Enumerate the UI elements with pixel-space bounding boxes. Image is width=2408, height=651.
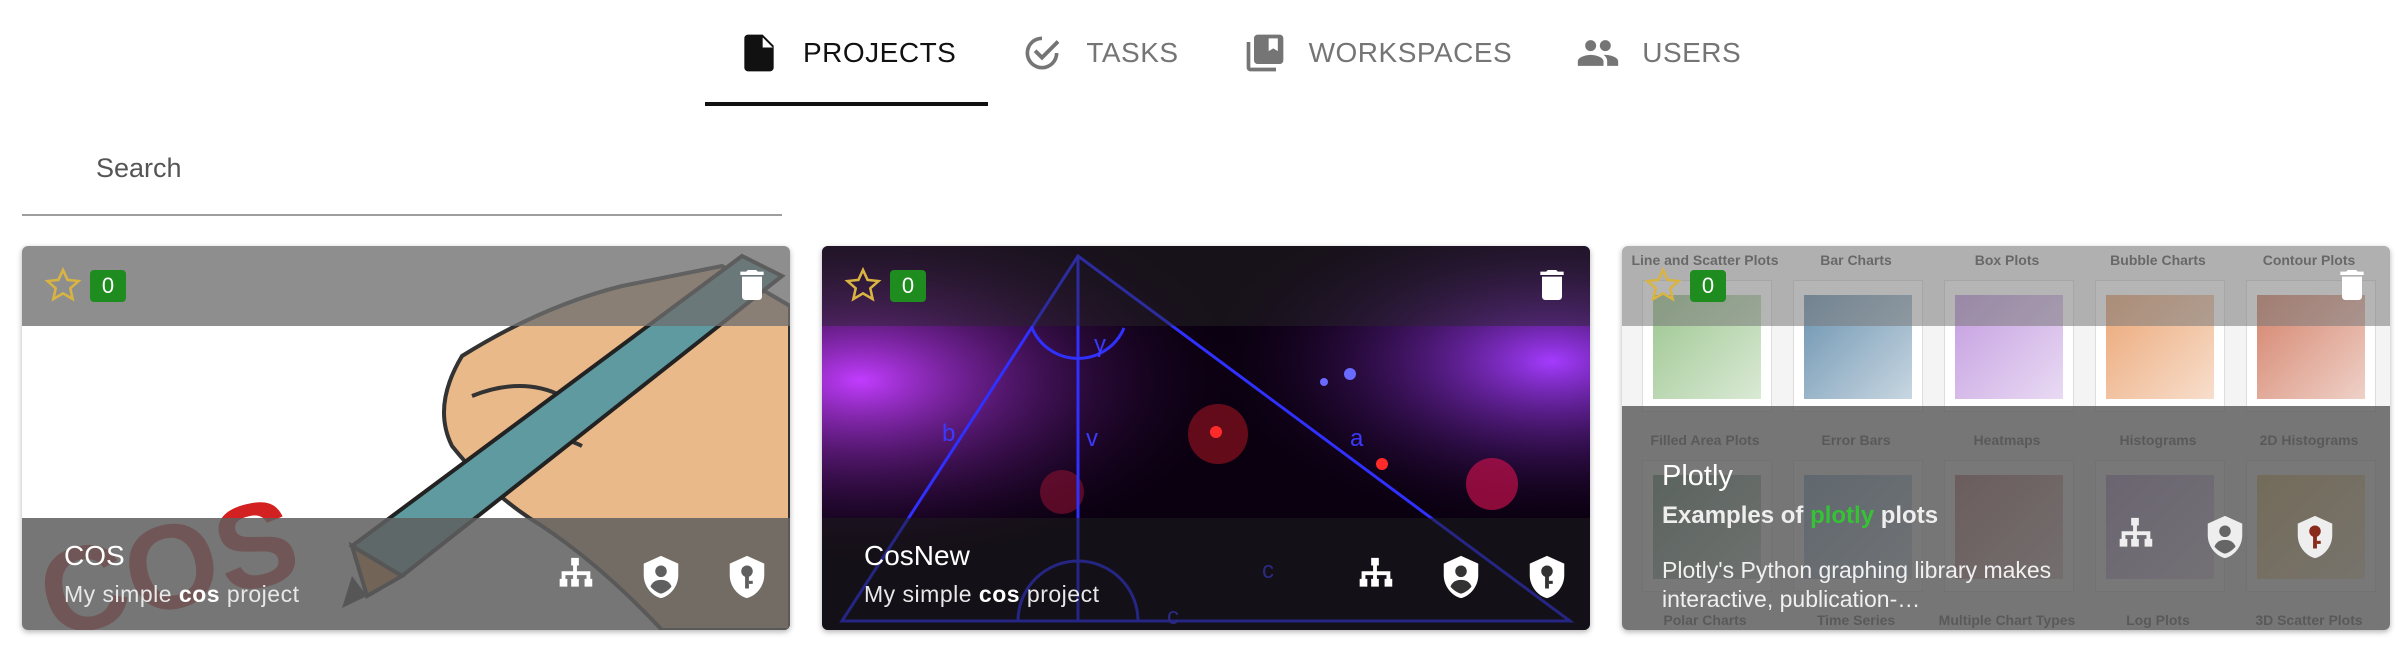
key-shield-icon[interactable] (724, 554, 770, 600)
favorite-count-badge: 0 (890, 270, 926, 302)
project-description: Plotly's Python graphing library makes i… (1662, 557, 2052, 612)
delete-icon[interactable] (740, 270, 764, 300)
tab-workspaces-label: WORKSPACES (1308, 37, 1513, 68)
project-card-cos[interactable]: COS 0 COS My simple cos project (22, 246, 790, 630)
key-shield-icon[interactable] (2292, 514, 2338, 560)
favorite-count-badge: 0 (90, 270, 126, 302)
key-shield-icon[interactable] (1524, 554, 1570, 600)
user-shield-icon[interactable] (638, 554, 684, 600)
project-subtitle: Examples of plotly plots (1662, 502, 1939, 529)
people-icon (1578, 40, 1619, 66)
tab-projects[interactable]: PROJECTS (705, 0, 989, 106)
project-title: COS (64, 540, 125, 571)
search-field (22, 128, 782, 216)
project-description: My simple cos project (64, 581, 300, 607)
project-title: CosNew (864, 540, 970, 571)
check-circle-icon (1025, 36, 1060, 70)
delete-icon[interactable] (1540, 270, 1564, 300)
project-card-plotly[interactable]: Line and Scatter PlotsBar ChartsBox Plot… (1622, 246, 2390, 630)
tab-tasks-label: TASKS (1086, 37, 1179, 68)
project-tabs: PROJECTS TASKS WORKSPACES USERS (705, 0, 1773, 106)
library-books-icon (1246, 34, 1283, 72)
hierarchy-icon[interactable] (1352, 554, 1398, 600)
svg-text:b: b (942, 420, 955, 447)
hierarchy-icon[interactable] (552, 554, 598, 600)
svg-text:v: v (1086, 425, 1098, 452)
tab-workspaces[interactable]: WORKSPACES (1211, 0, 1545, 106)
tab-users[interactable]: USERS (1544, 0, 1773, 106)
project-card-cosnew[interactable]: bv γa cc 0 CosNew My simple cos project (822, 246, 1590, 630)
user-shield-icon[interactable] (2202, 514, 2248, 560)
star-icon[interactable] (1644, 266, 1682, 304)
project-title: Plotly (1662, 460, 1733, 492)
svg-text:γ: γ (1094, 331, 1106, 358)
project-description: My simple cos project (864, 581, 1100, 607)
star-icon[interactable] (844, 266, 882, 304)
hierarchy-icon[interactable] (2112, 514, 2158, 560)
tab-projects-label: PROJECTS (803, 37, 957, 68)
tab-tasks[interactable]: TASKS (988, 0, 1210, 106)
svg-text:a: a (1350, 425, 1364, 452)
delete-icon[interactable] (2340, 270, 2364, 300)
star-icon[interactable] (44, 266, 82, 304)
document-icon (744, 34, 774, 72)
search-input[interactable] (94, 142, 758, 194)
favorite-count-badge: 0 (1690, 270, 1726, 302)
user-shield-icon[interactable] (1438, 554, 1484, 600)
tab-users-label: USERS (1642, 37, 1742, 68)
